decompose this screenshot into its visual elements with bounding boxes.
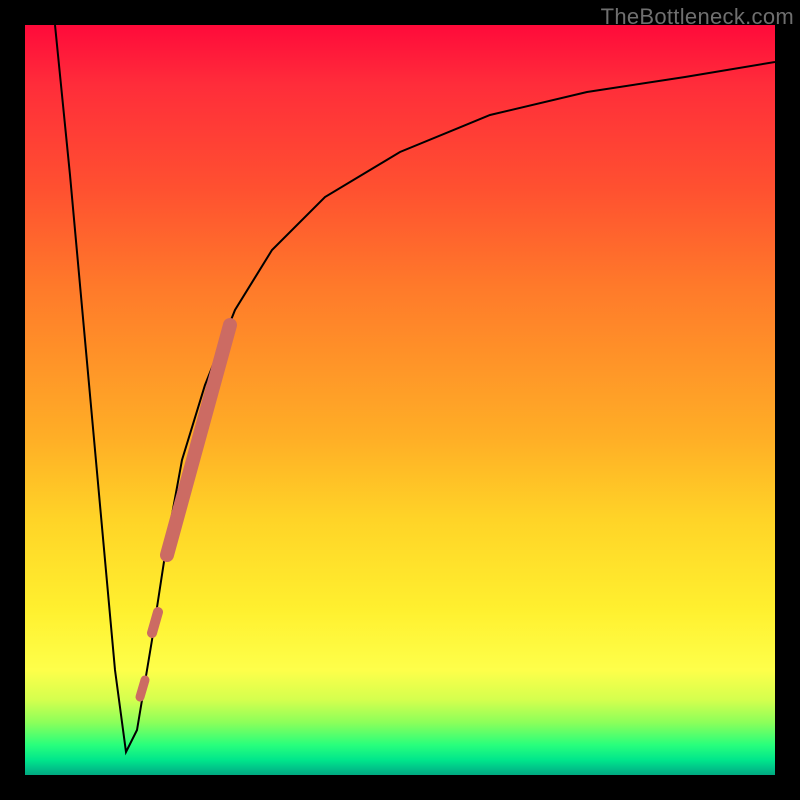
highlight-dot-1	[152, 612, 158, 633]
chart-frame: TheBottleneck.com	[0, 0, 800, 800]
highlight-dot-2	[140, 680, 145, 697]
chart-plot-area	[25, 25, 775, 775]
highlight-band	[167, 325, 230, 555]
bottleneck-curve-svg	[25, 25, 775, 775]
bottleneck-curve	[55, 25, 775, 752]
